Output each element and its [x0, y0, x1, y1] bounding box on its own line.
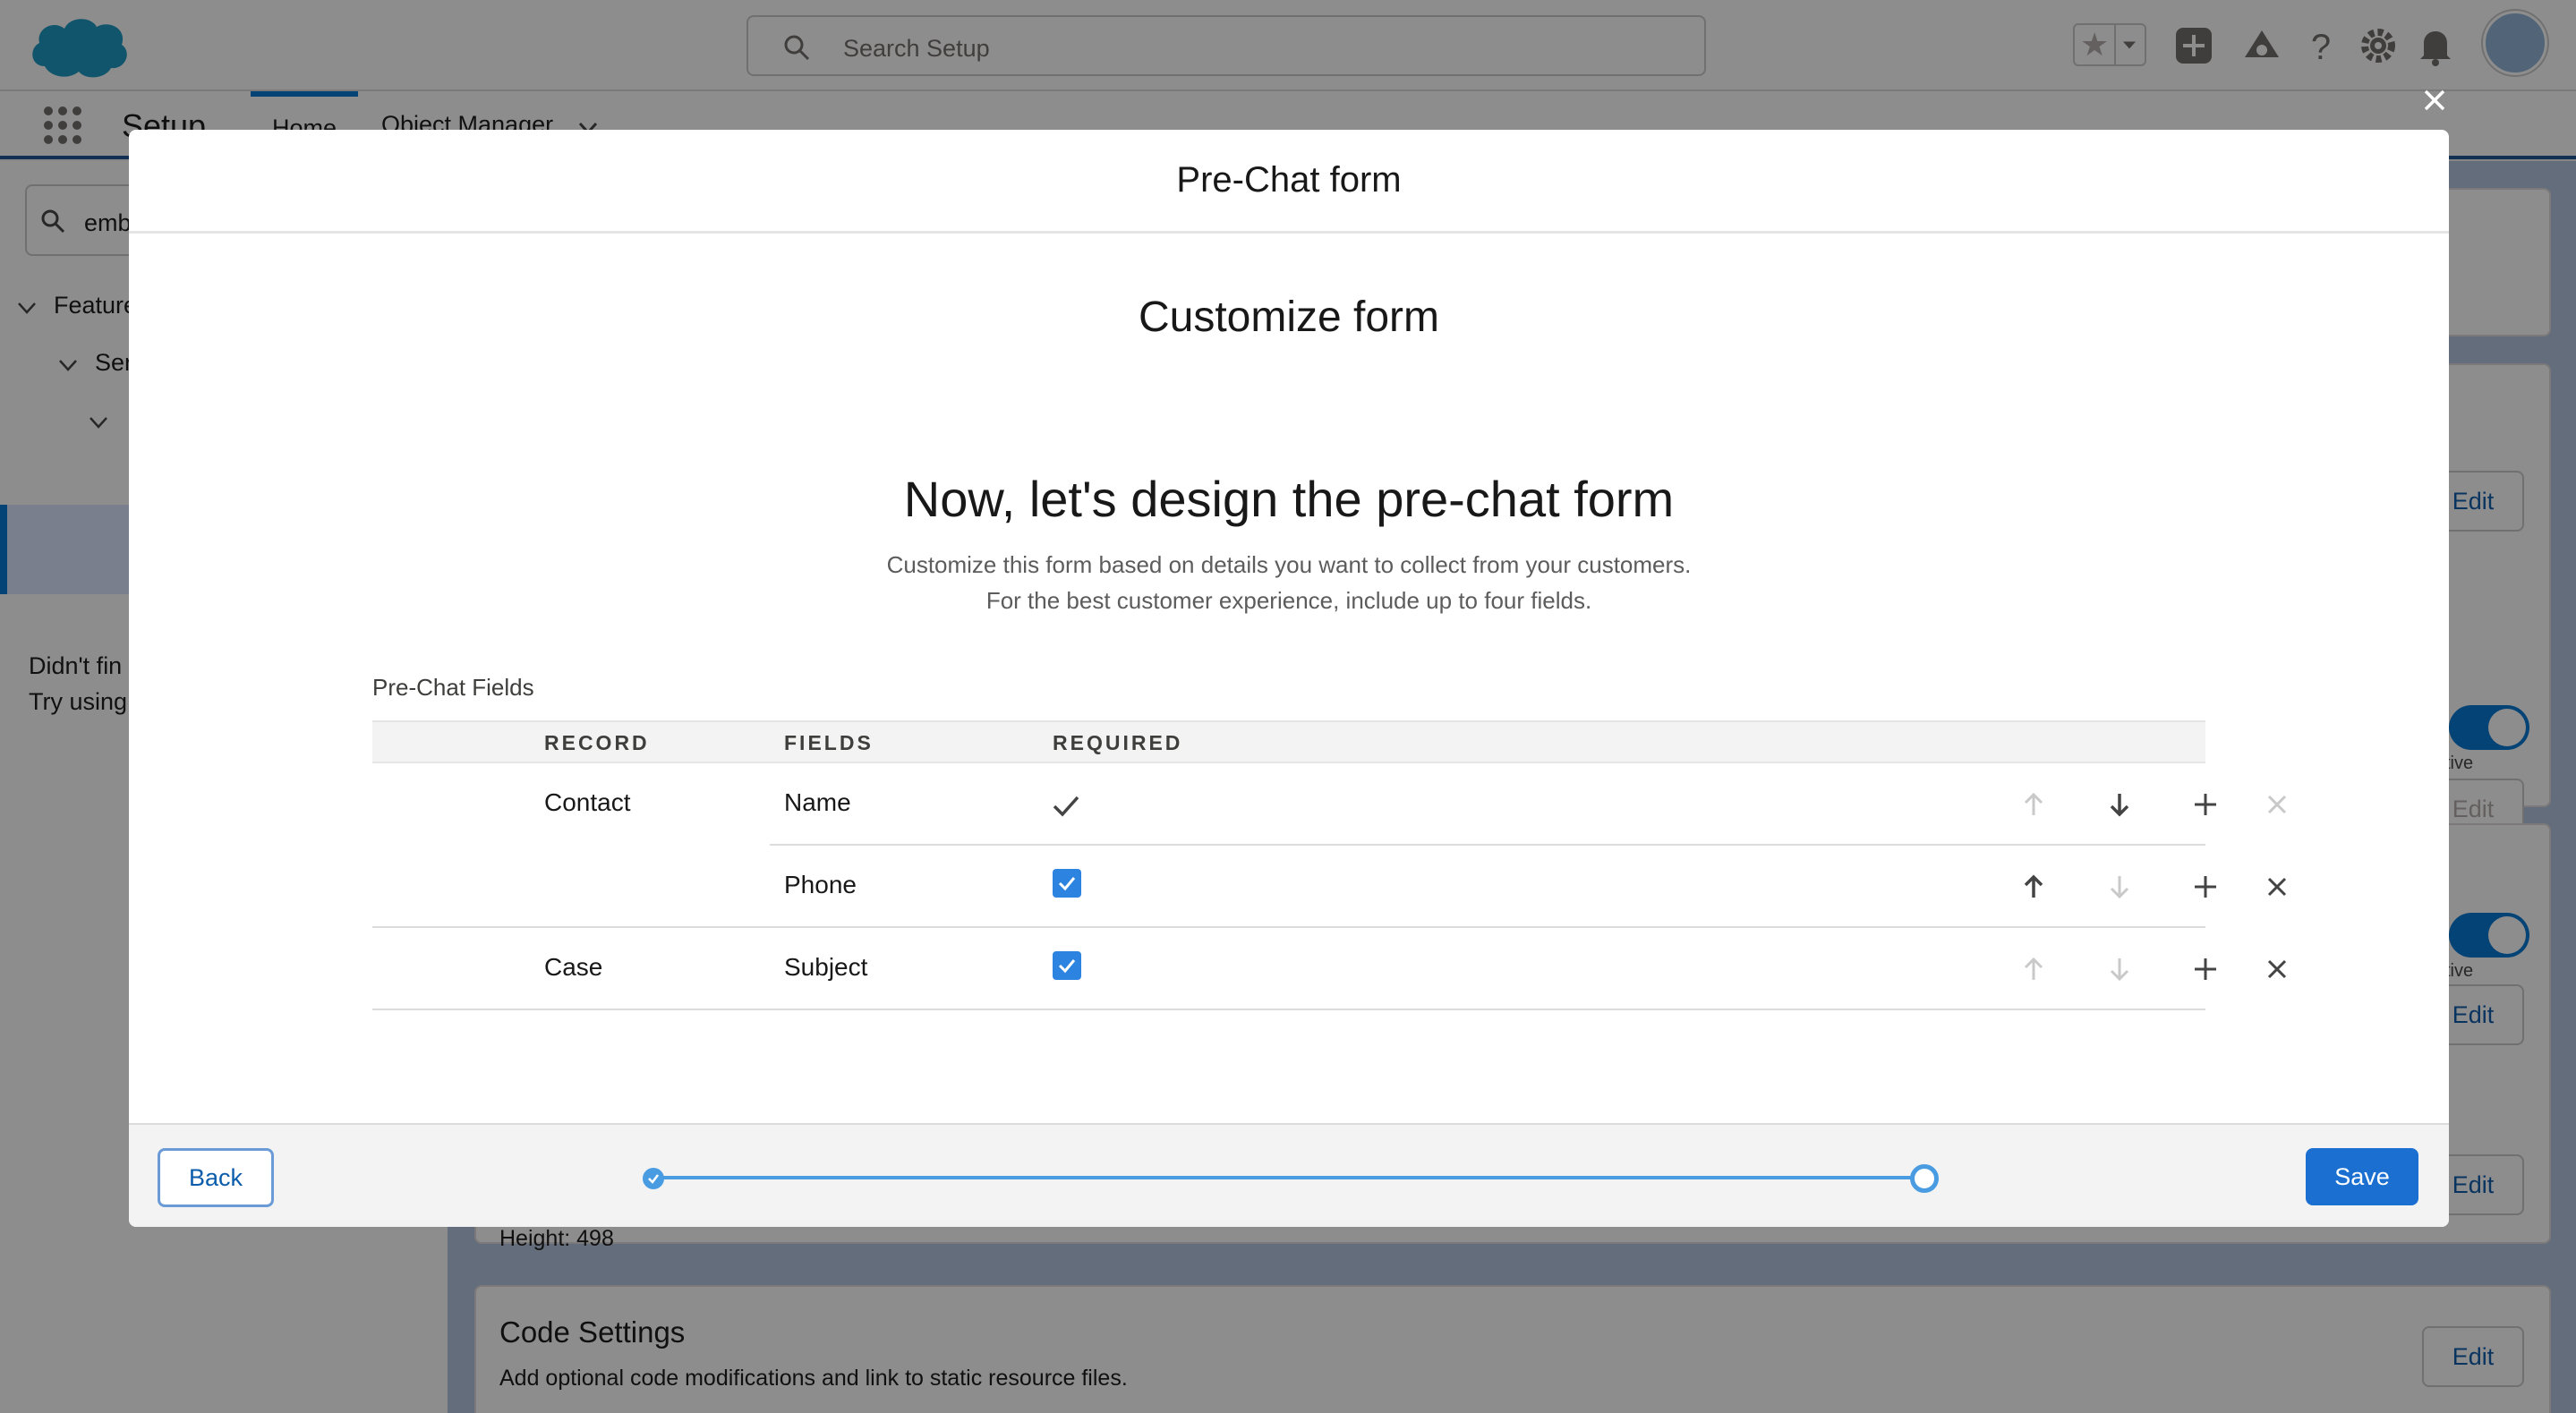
modal-header: Pre-Chat form — [129, 130, 2449, 234]
add-field-icon[interactable] — [2191, 790, 2220, 819]
remove-field-icon[interactable] — [2263, 872, 2291, 901]
back-button[interactable]: Back — [158, 1148, 274, 1207]
description-line-2: For the best customer experience, includ… — [985, 587, 1592, 614]
move-down-icon — [2110, 958, 2129, 982]
row-divider — [372, 1009, 2205, 1010]
check-icon — [648, 1174, 659, 1184]
progress-step-current[interactable] — [1910, 1164, 1939, 1193]
check-icon — [1053, 796, 1079, 817]
step-title: Customize form — [1138, 294, 1440, 341]
field-cell: Name — [784, 788, 851, 816]
progress-step-complete[interactable] — [643, 1168, 664, 1189]
field-cell: Subject — [784, 953, 868, 981]
table-row: Contact Name — [372, 763, 2287, 846]
move-up-icon[interactable] — [2019, 872, 2048, 901]
modal-title: Pre-Chat form — [1176, 160, 1402, 200]
table-row: Phone — [372, 846, 2287, 928]
modal-footer: Back Save — [129, 1123, 2449, 1227]
column-header-fields: FIELDS — [784, 731, 874, 754]
description-line-1: Customize this form based on details you… — [886, 551, 1692, 578]
progress-bar — [655, 1176, 1926, 1179]
column-header-record: RECORD — [544, 731, 650, 754]
field-cell: Phone — [784, 871, 857, 898]
design-heading: Now, let's design the pre-chat form — [903, 471, 1675, 527]
column-header-required: REQUIRED — [1053, 731, 1183, 754]
add-field-icon[interactable] — [2191, 955, 2220, 983]
move-down-icon[interactable] — [2105, 790, 2134, 819]
save-button[interactable]: Save — [2306, 1148, 2418, 1205]
record-cell: Contact — [544, 788, 631, 816]
pre-chat-form-modal: Pre-Chat form Customize form Now, let's … — [129, 130, 2449, 1227]
move-up-icon — [2024, 792, 2043, 815]
required-checkbox[interactable] — [1053, 951, 1081, 980]
close-icon[interactable] — [2420, 86, 2449, 115]
design-description: Customize this form based on details you… — [129, 547, 2449, 618]
check-icon — [1058, 877, 1076, 891]
required-checkbox[interactable] — [1053, 869, 1081, 898]
table-header: RECORD FIELDS REQUIRED — [372, 720, 2205, 763]
remove-field-icon — [2267, 795, 2287, 814]
pre-chat-fields-label: Pre-Chat Fields — [372, 674, 534, 701]
table-row: Case Subject — [372, 928, 2287, 1010]
record-cell: Case — [544, 953, 603, 981]
remove-field-icon[interactable] — [2263, 955, 2291, 983]
move-down-icon — [2110, 876, 2129, 899]
add-field-icon[interactable] — [2191, 872, 2220, 901]
move-up-icon — [2024, 957, 2043, 980]
check-icon — [1058, 959, 1076, 974]
